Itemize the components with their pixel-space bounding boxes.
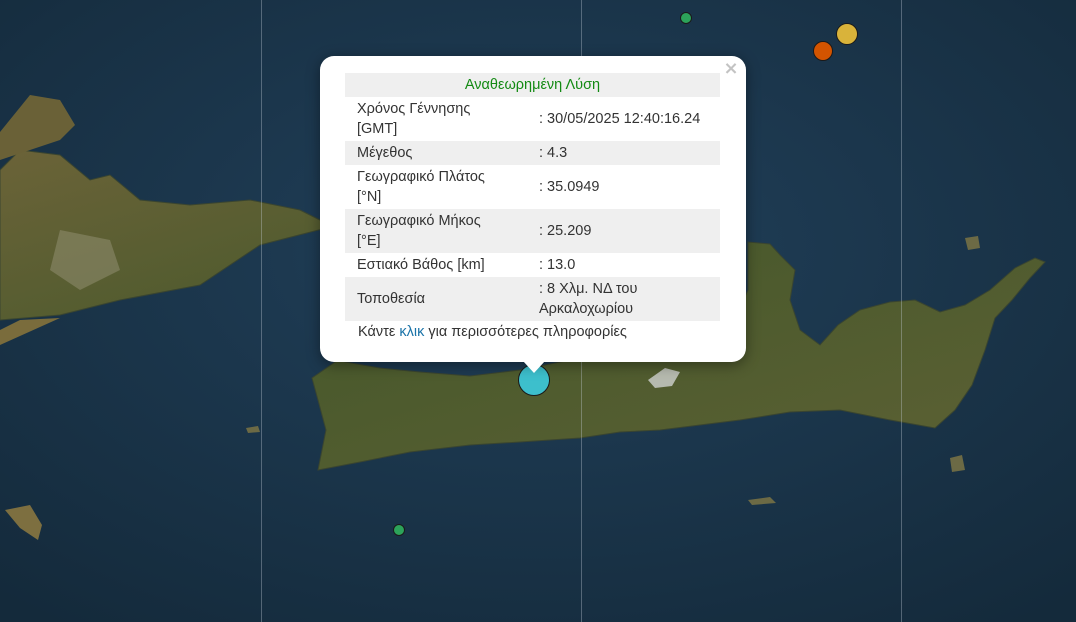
more-info-link[interactable]: κλικ (399, 324, 424, 340)
row-label-longitude: Γεωγραφικό Μήκος [°E] (345, 209, 514, 253)
row-label-depth: Εστιακό Βάθος [km] (357, 257, 485, 273)
row-value-origin-time: : 30/05/2025 12:40:16.24 (539, 111, 701, 127)
earthquake-info-table: Αναθεωρημένη Λύση Χρόνος Γέννησης [GMT]:… (345, 73, 720, 321)
footer-text-before: Κάντε (358, 324, 400, 340)
popup-title: Αναθεωρημένη Λύση (345, 73, 720, 97)
earthquake-popup: × Αναθεωρημένη Λύση Χρόνος Γέννησης [GMT… (320, 56, 746, 362)
footer-text-after: για περισσότερες πληροφορίες (424, 324, 627, 340)
row-label-origin-time: Χρόνος Γέννησης [GMT] (357, 101, 471, 137)
row-label-location: Τοποθεσία (345, 277, 514, 321)
close-icon[interactable]: × (722, 60, 740, 78)
row-value-depth: : 13.0 (539, 257, 576, 273)
map-view[interactable]: × Αναθεωρημένη Λύση Χρόνος Γέννησης [GMT… (0, 0, 1076, 622)
row-value-location: : 8 Χλμ. ΝΔ του Αρκαλοχωρίου (514, 277, 720, 321)
popup-footer: Κάντε κλικ για περισσότερες πληροφορίες (358, 324, 627, 340)
earthquake-marker-green-south[interactable] (393, 524, 405, 536)
earthquake-marker-orange[interactable] (813, 41, 833, 61)
row-value-magnitude: : 4.3 (514, 141, 720, 165)
earthquake-marker-green-north[interactable] (680, 12, 692, 24)
row-value-latitude: : 35.0949 (539, 179, 600, 195)
row-value-longitude: : 25.209 (514, 209, 720, 253)
row-label-latitude: Γεωγραφικό Πλάτος [°N] (357, 169, 485, 205)
popup-tip (523, 361, 545, 373)
graticule-line (901, 0, 902, 622)
earthquake-marker-yellow[interactable] (836, 23, 858, 45)
graticule-line (261, 0, 262, 622)
row-label-magnitude: Μέγεθος (345, 141, 514, 165)
